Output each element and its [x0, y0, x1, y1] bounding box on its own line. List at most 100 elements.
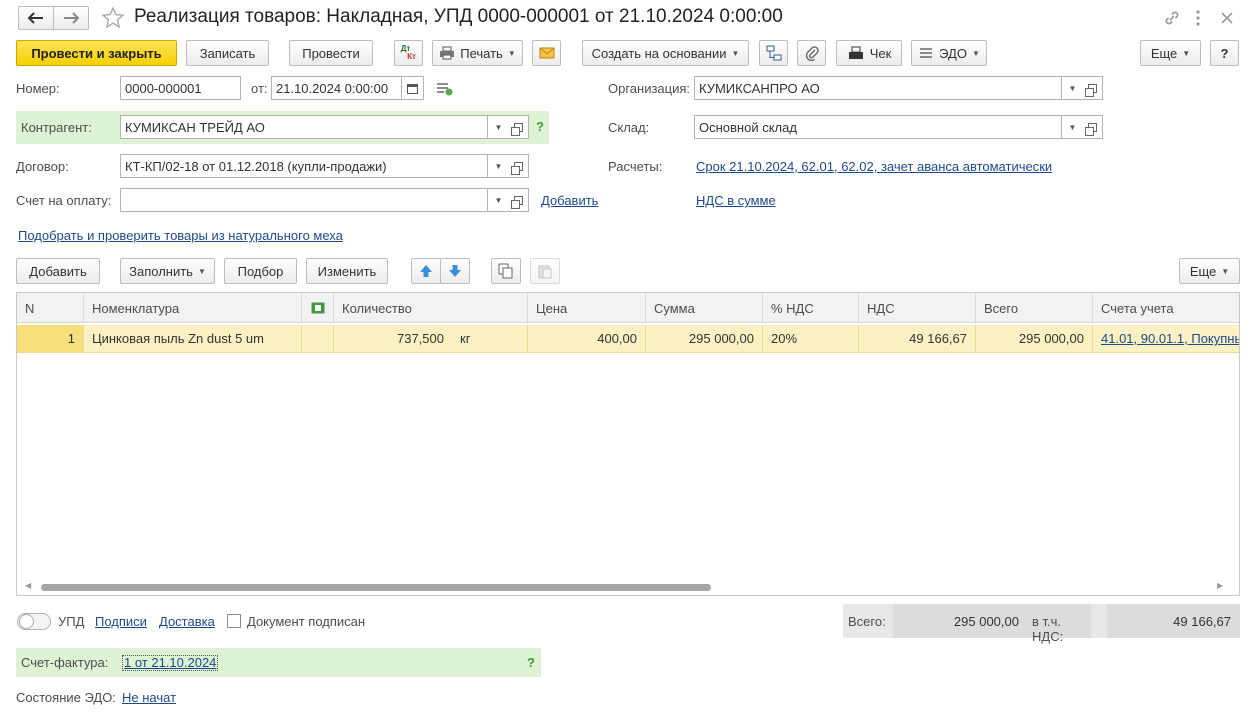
pick-button[interactable]: Подбор: [224, 258, 297, 284]
counterparty-help-icon[interactable]: ?: [536, 119, 544, 134]
fur-goods-link[interactable]: Подобрать и проверить товары из натураль…: [18, 228, 343, 243]
change-label: Изменить: [317, 263, 377, 279]
cell-vat[interactable]: 49 166,67: [859, 325, 976, 352]
more-button[interactable]: Еще ▼: [1140, 40, 1201, 66]
header-extra[interactable]: [302, 293, 334, 323]
total-value: 295 000,00 в т.ч. НДС:: [893, 604, 1091, 644]
counterparty-dropdown[interactable]: ▼: [488, 115, 510, 139]
settlements-link[interactable]: Срок 21.10.2024, 62.01, 62.02, зачет ава…: [696, 159, 1052, 174]
organization-field[interactable]: КУМИКСАНПРО АО: [694, 76, 1062, 100]
kt-icon-label: Кт: [407, 52, 416, 61]
tax-invoice-link[interactable]: 1 от 21.10.2024: [122, 655, 219, 671]
cell-unit[interactable]: кг: [452, 325, 528, 352]
arrow-right-icon: [64, 12, 79, 24]
move-up-button[interactable]: [411, 258, 441, 284]
header-item[interactable]: Номенклатура: [84, 293, 302, 323]
change-button[interactable]: Изменить: [306, 258, 388, 284]
header-total[interactable]: Всего: [976, 293, 1093, 323]
contract-dropdown[interactable]: ▼: [488, 154, 510, 178]
cell-qty[interactable]: 737,500: [334, 325, 452, 352]
number-field[interactable]: 0000-000001: [120, 76, 241, 100]
favorite-star-icon[interactable]: [101, 6, 125, 30]
date-field[interactable]: 21.10.2024 0:00:00: [271, 76, 402, 100]
edo-state-link[interactable]: Не начат: [122, 690, 176, 705]
upd-toggle[interactable]: [17, 613, 51, 630]
open-window-icon: [1085, 122, 1097, 136]
calendar-button[interactable]: [402, 76, 424, 100]
move-down-button[interactable]: [440, 258, 470, 284]
signatures-link[interactable]: Подписи: [95, 614, 147, 629]
forward-button[interactable]: [53, 6, 89, 30]
fill-label: Заполнить: [129, 263, 193, 279]
header-n[interactable]: N: [17, 293, 84, 323]
back-button[interactable]: [18, 6, 54, 30]
scroll-left-arrow[interactable]: ◀: [25, 581, 31, 590]
warehouse-field[interactable]: Основной склад: [694, 115, 1062, 139]
cell-total[interactable]: 295 000,00: [976, 325, 1093, 352]
save-button[interactable]: Записать: [186, 40, 269, 66]
horizontal-scrollbar[interactable]: ◀ ▶: [17, 579, 1239, 595]
header-vat[interactable]: НДС: [859, 293, 976, 323]
more-vertical-icon[interactable]: [1192, 9, 1204, 27]
cell-vat-rate[interactable]: 20%: [763, 325, 859, 352]
cell-accounts[interactable]: 41.01, 90.01.1, Покупны: [1093, 325, 1239, 352]
envelope-icon: [539, 47, 554, 59]
counterparty-open-button[interactable]: [509, 115, 529, 139]
signed-checkbox[interactable]: [227, 614, 241, 628]
header-vat-rate[interactable]: % НДС: [763, 293, 859, 323]
goods-table: N Номенклатура Количество Цена Сумма % Н…: [16, 292, 1240, 596]
attach-button[interactable]: [797, 40, 826, 66]
create-based-on-button[interactable]: Создать на основании ▼: [582, 40, 749, 66]
counterparty-field[interactable]: КУМИКСАН ТРЕЙД АО: [120, 115, 488, 139]
warehouse-open-button[interactable]: [1083, 115, 1103, 139]
post-button[interactable]: Провести: [289, 40, 373, 66]
warehouse-dropdown[interactable]: ▼: [1062, 115, 1084, 139]
organization-label: Организация:: [608, 81, 691, 96]
print-button[interactable]: Печать ▼: [432, 40, 523, 66]
cell-extra[interactable]: [302, 325, 334, 352]
scroll-right-arrow[interactable]: ▶: [1217, 581, 1223, 590]
structure-button[interactable]: [759, 40, 788, 66]
cell-n[interactable]: 1: [17, 325, 84, 352]
invoice-open-button[interactable]: [509, 188, 529, 212]
chevron-down-icon: ▼: [507, 48, 516, 58]
cell-price[interactable]: 400,00: [528, 325, 646, 352]
vat-in-sum-link[interactable]: НДС в сумме: [696, 193, 776, 208]
fill-button[interactable]: Заполнить ▼: [120, 258, 215, 284]
history-icon[interactable]: [436, 82, 454, 96]
table-more-button[interactable]: Еще ▼: [1179, 258, 1240, 284]
header-qty[interactable]: Количество: [334, 293, 528, 323]
header-accounts[interactable]: Счета учета: [1093, 293, 1239, 323]
header-price[interactable]: Цена: [528, 293, 646, 323]
check-label: Чек: [869, 45, 892, 61]
table-add-button[interactable]: Добавить: [16, 258, 100, 284]
add-invoice-link[interactable]: Добавить: [541, 193, 598, 208]
link-icon[interactable]: [1163, 9, 1181, 27]
cell-sum[interactable]: 295 000,00: [646, 325, 763, 352]
contract-field[interactable]: КТ-КП/02-18 от 01.12.2018 (купли-продажи…: [120, 154, 488, 178]
scrollbar-thumb[interactable]: [41, 584, 711, 591]
post-and-close-button[interactable]: Провести и закрыть: [16, 40, 177, 66]
invoice-field[interactable]: [120, 188, 488, 212]
hierarchy-icon: [766, 45, 781, 61]
copy-rows-button[interactable]: [491, 258, 521, 284]
invoice-dropdown[interactable]: ▼: [488, 188, 510, 212]
organization-dropdown[interactable]: ▼: [1062, 76, 1084, 100]
delivery-link[interactable]: Доставка: [159, 614, 215, 629]
edo-button[interactable]: ЭДО ▼: [911, 40, 987, 66]
tax-invoice-help-icon[interactable]: ?: [527, 655, 535, 670]
paste-icon: [538, 265, 552, 279]
paste-rows-button[interactable]: [530, 258, 560, 284]
organization-open-button[interactable]: [1083, 76, 1103, 100]
dtkt-button[interactable]: Дт Кт: [394, 40, 423, 66]
header-sum[interactable]: Сумма: [646, 293, 763, 323]
contract-open-button[interactable]: [509, 154, 529, 178]
counterparty-label: Контрагент:: [21, 120, 92, 135]
close-icon[interactable]: [1220, 11, 1234, 25]
cell-item[interactable]: Цинковая пыль Zn dust 5 um: [84, 325, 302, 352]
help-button[interactable]: ?: [1210, 40, 1239, 66]
email-button[interactable]: [532, 40, 561, 66]
table-row[interactable]: 1 Цинковая пыль Zn dust 5 um 737,500 кг …: [17, 325, 1239, 353]
accounts-link[interactable]: 41.01, 90.01.1, Покупны: [1101, 331, 1239, 346]
check-button[interactable]: Чек: [836, 40, 902, 66]
